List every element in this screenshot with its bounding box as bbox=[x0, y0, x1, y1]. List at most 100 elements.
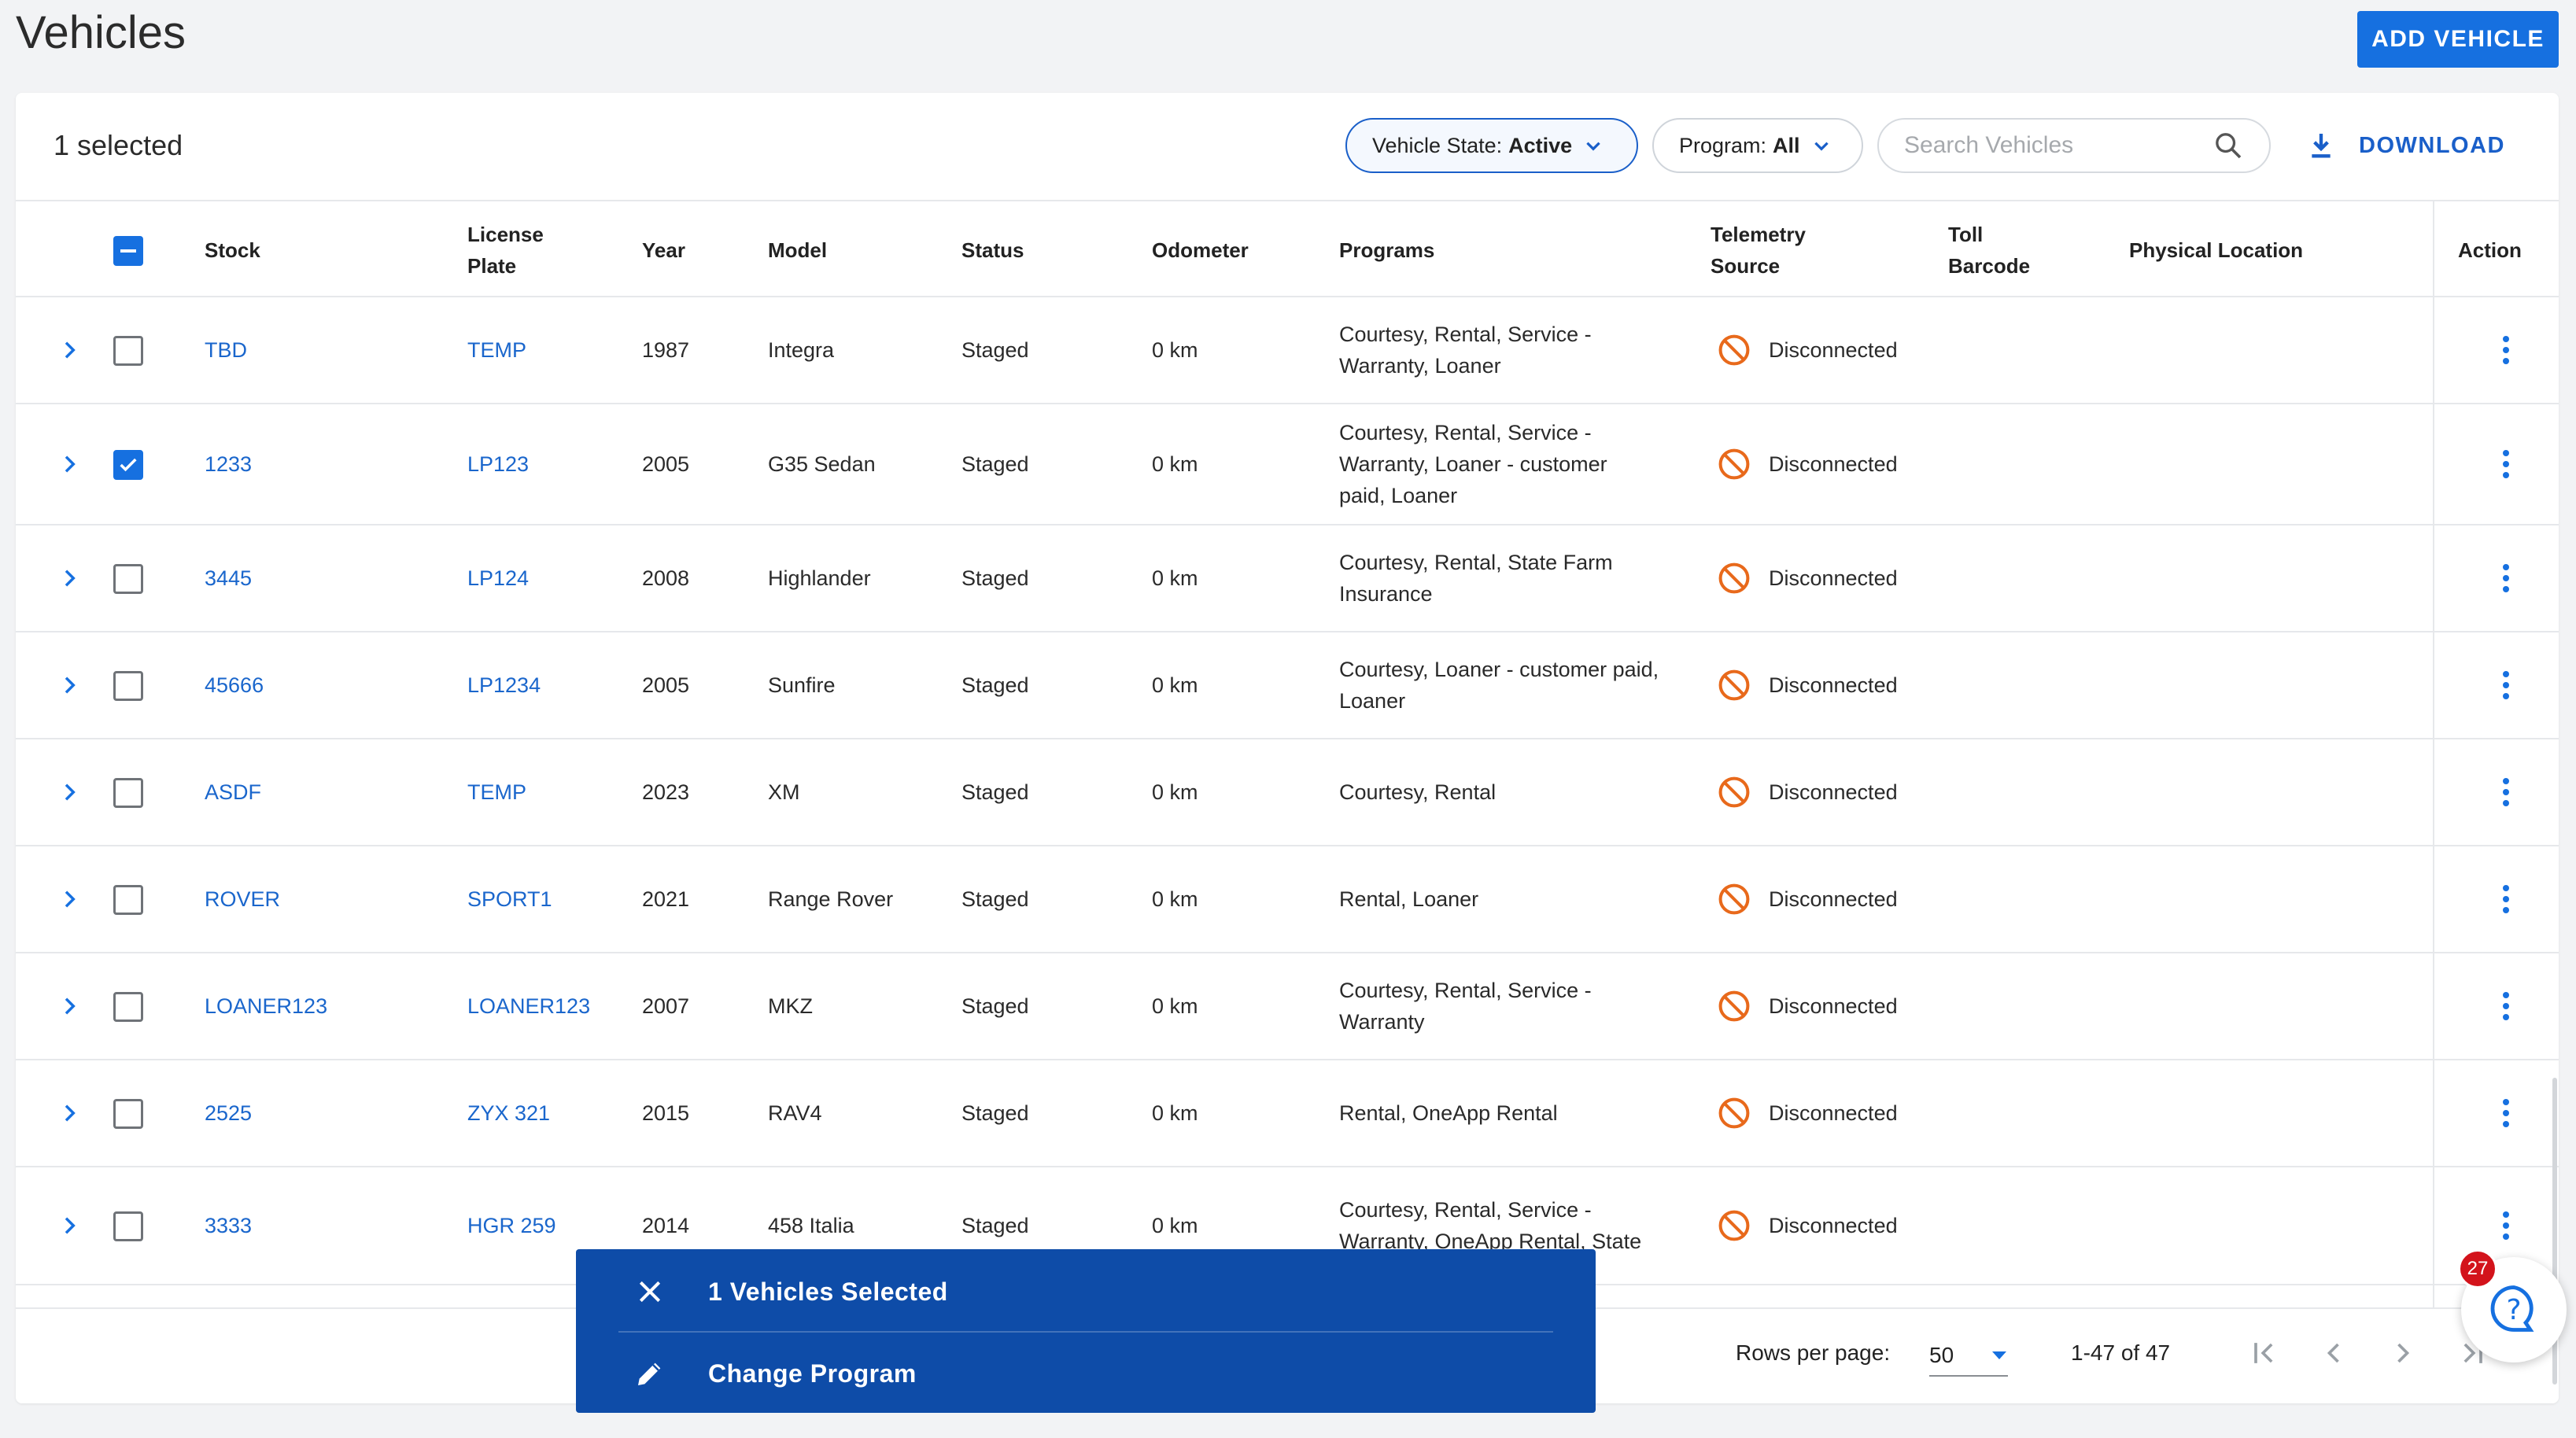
more-vertical-icon bbox=[2503, 671, 2509, 699]
column-year[interactable]: Year bbox=[642, 201, 685, 299]
row-actions-button[interactable] bbox=[2494, 846, 2518, 952]
column-status[interactable]: Status bbox=[961, 201, 1024, 299]
search-icon[interactable] bbox=[2212, 130, 2244, 161]
program-filter[interactable]: Program: All bbox=[1652, 118, 1863, 173]
expand-row-button[interactable] bbox=[54, 525, 85, 631]
vehicle-state-filter[interactable]: Vehicle State: Active bbox=[1345, 118, 1638, 173]
column-stock[interactable]: Stock bbox=[205, 201, 260, 299]
telemetry-status: Disconnected bbox=[1769, 887, 1898, 911]
stock-link[interactable]: 1233 bbox=[205, 404, 252, 524]
column-telemetry-source[interactable]: Telemetry Source bbox=[1711, 201, 1806, 299]
telemetry-cell: Disconnected bbox=[1717, 297, 1898, 403]
search-input[interactable] bbox=[1904, 132, 2212, 159]
telemetry-cell: Disconnected bbox=[1717, 1060, 1898, 1166]
row-checkbox[interactable] bbox=[113, 671, 143, 701]
odometer-cell: 0 km bbox=[1152, 780, 1198, 804]
change-program-label: Change Program bbox=[708, 1359, 917, 1388]
row-actions-button[interactable] bbox=[2494, 953, 2518, 1059]
close-icon[interactable] bbox=[634, 1276, 666, 1307]
download-button[interactable]: DOWNLOAD bbox=[2305, 126, 2505, 165]
stock-link[interactable]: 3333 bbox=[205, 1167, 252, 1284]
status-cell: Staged bbox=[961, 338, 1029, 362]
column-model[interactable]: Model bbox=[768, 201, 827, 299]
license-plate-link[interactable]: HGR 259 bbox=[467, 1167, 556, 1284]
license-plate-link[interactable]: SPORT1 bbox=[467, 846, 552, 952]
column-toll-barcode[interactable]: Toll Barcode bbox=[1948, 201, 2030, 299]
odometer-cell: 0 km bbox=[1152, 673, 1198, 697]
previous-page-button[interactable] bbox=[2316, 1336, 2351, 1370]
change-program-button[interactable]: Change Program bbox=[576, 1334, 1596, 1413]
row-actions-button[interactable] bbox=[2494, 297, 2518, 403]
stock-link[interactable]: ROVER bbox=[205, 846, 280, 952]
table-row[interactable]: 3445 LP124 2008 Highlander Staged 0 km C… bbox=[16, 525, 2559, 632]
select-all-checkbox[interactable] bbox=[113, 236, 143, 266]
expand-row-button[interactable] bbox=[54, 953, 85, 1059]
row-checkbox[interactable] bbox=[113, 885, 143, 915]
table-row[interactable]: ROVER SPORT1 2021 Range Rover Staged 0 k… bbox=[16, 846, 2559, 953]
row-checkbox[interactable] bbox=[113, 992, 143, 1022]
year-cell: 2023 bbox=[642, 780, 690, 804]
row-checkbox[interactable] bbox=[113, 564, 143, 594]
expand-row-button[interactable] bbox=[54, 632, 85, 738]
table-row[interactable]: 45666 LP1234 2005 Sunfire Staged 0 km Co… bbox=[16, 632, 2559, 739]
add-vehicle-button[interactable]: ADD VEHICLE bbox=[2357, 11, 2559, 68]
telemetry-status: Disconnected bbox=[1769, 1101, 1898, 1125]
column-physical-location[interactable]: Physical Location bbox=[2129, 201, 2303, 299]
stock-link[interactable]: LOANER123 bbox=[205, 953, 327, 1059]
programs-cell: Courtesy, Rental, Service - Warranty, Loa… bbox=[1339, 404, 1685, 524]
expand-row-button[interactable] bbox=[54, 739, 85, 845]
row-actions-button[interactable] bbox=[2494, 525, 2518, 631]
programs-line: Courtesy, Rental, Service - bbox=[1339, 979, 1592, 1002]
license-plate-link[interactable]: ZYX 321 bbox=[467, 1060, 550, 1166]
table-row[interactable]: 1233 LP123 2005 G35 Sedan Staged 0 km Co… bbox=[16, 404, 2559, 525]
license-plate-link[interactable]: LP1234 bbox=[467, 632, 541, 738]
next-page-button[interactable] bbox=[2386, 1336, 2420, 1370]
license-plate-link[interactable]: TEMP bbox=[467, 297, 526, 403]
model-cell: Highlander bbox=[768, 566, 871, 590]
license-plate-link[interactable]: LP124 bbox=[467, 525, 529, 631]
status-cell: Staged bbox=[961, 673, 1029, 697]
column-license-plate[interactable]: License Plate bbox=[467, 201, 544, 299]
year-cell: 2021 bbox=[642, 887, 690, 911]
disconnected-icon bbox=[1718, 776, 1750, 808]
stock-link[interactable]: 3445 bbox=[205, 525, 252, 631]
expand-row-button[interactable] bbox=[54, 1167, 85, 1284]
table-row[interactable]: TBD TEMP 1987 Integra Staged 0 km Courte… bbox=[16, 297, 2559, 404]
license-plate-link[interactable]: LP123 bbox=[467, 404, 529, 524]
table-body: TBD TEMP 1987 Integra Staged 0 km Courte… bbox=[16, 297, 2559, 1399]
license-plate-link[interactable]: TEMP bbox=[467, 739, 526, 845]
odometer-cell: 0 km bbox=[1152, 338, 1198, 362]
row-checkbox[interactable] bbox=[113, 450, 143, 480]
table-row[interactable]: LOANER123 LOANER123 2007 MKZ Staged 0 km… bbox=[16, 953, 2559, 1060]
expand-row-button[interactable] bbox=[54, 297, 85, 403]
model-cell: Sunfire bbox=[768, 673, 836, 697]
table-row[interactable]: 2525 ZYX 321 2015 RAV4 Staged 0 km Renta… bbox=[16, 1060, 2559, 1167]
column-telemetry-line2: Source bbox=[1711, 254, 1781, 278]
first-page-button[interactable] bbox=[2247, 1336, 2282, 1370]
row-actions-button[interactable] bbox=[2494, 632, 2518, 738]
column-programs[interactable]: Programs bbox=[1339, 201, 1434, 299]
license-plate-link[interactable]: LOANER123 bbox=[467, 953, 590, 1059]
more-vertical-icon bbox=[2503, 778, 2509, 806]
table-row[interactable]: ASDF TEMP 2023 XM Staged 0 km Courtesy, … bbox=[16, 739, 2559, 846]
status-cell: Staged bbox=[961, 887, 1029, 911]
clear-selection-row[interactable]: 1 Vehicles Selected bbox=[576, 1252, 1596, 1331]
row-actions-button[interactable] bbox=[2494, 1060, 2518, 1166]
stock-link[interactable]: TBD bbox=[205, 297, 247, 403]
row-checkbox[interactable] bbox=[113, 336, 143, 366]
stock-link[interactable]: ASDF bbox=[205, 739, 261, 845]
rows-per-page-select[interactable]: 50 bbox=[1929, 1336, 2008, 1377]
row-checkbox[interactable] bbox=[113, 1099, 143, 1129]
expand-row-button[interactable] bbox=[54, 1060, 85, 1166]
stock-link[interactable]: 2525 bbox=[205, 1060, 252, 1166]
expand-row-button[interactable] bbox=[54, 846, 85, 952]
stock-link[interactable]: 45666 bbox=[205, 632, 264, 738]
expand-row-button[interactable] bbox=[54, 404, 85, 524]
row-checkbox[interactable] bbox=[113, 1211, 143, 1241]
programs-cell: Rental, OneApp Rental bbox=[1339, 1060, 1685, 1166]
row-actions-button[interactable] bbox=[2494, 739, 2518, 845]
odometer-cell: 0 km bbox=[1152, 452, 1198, 476]
column-odometer[interactable]: Odometer bbox=[1152, 201, 1249, 299]
row-actions-button[interactable] bbox=[2494, 404, 2518, 524]
row-checkbox[interactable] bbox=[113, 778, 143, 808]
